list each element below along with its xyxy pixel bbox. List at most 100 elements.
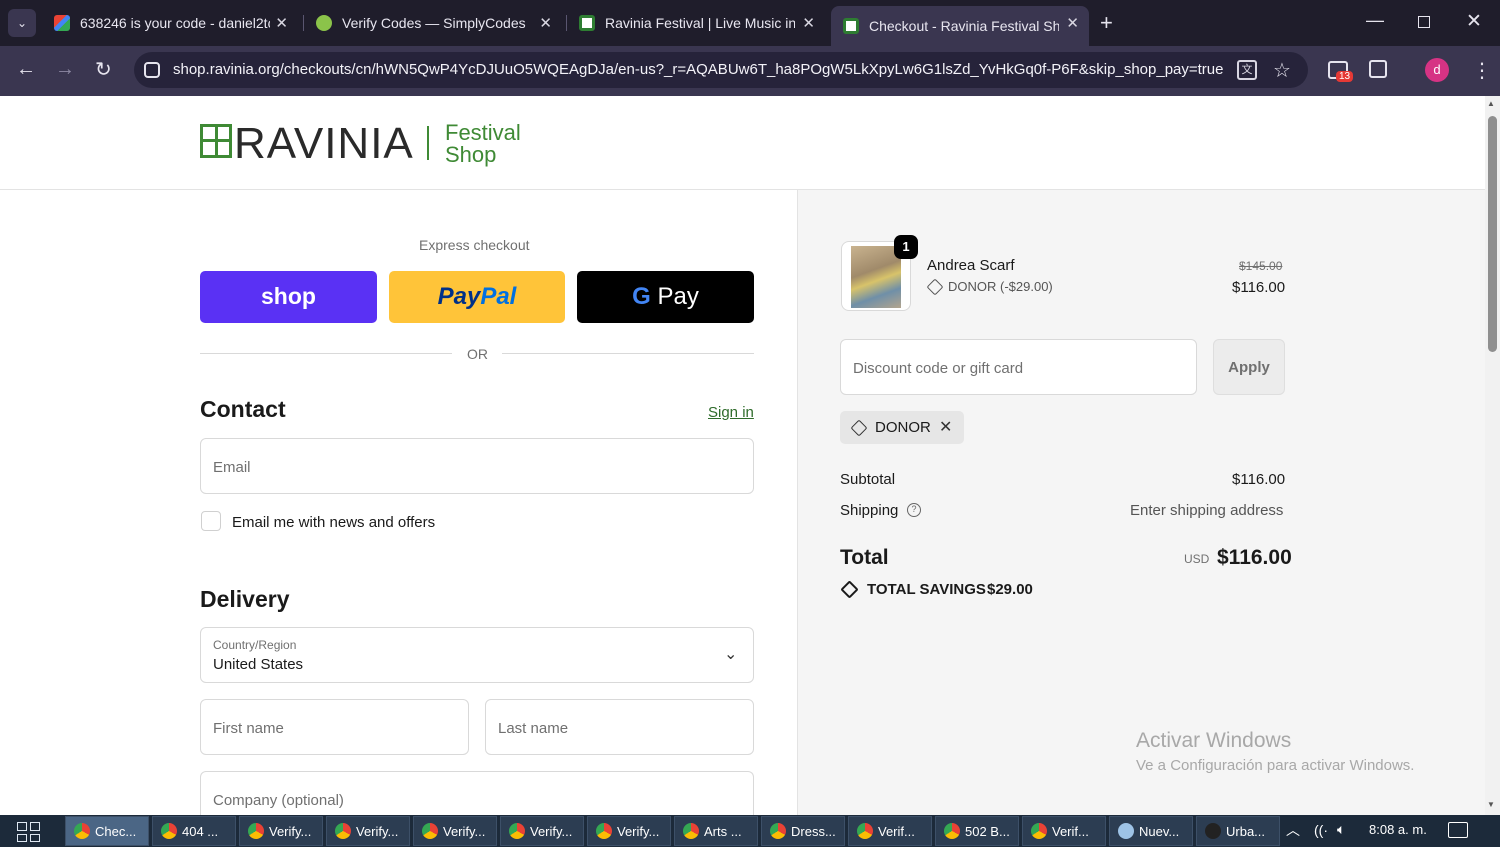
menu-kebab-icon[interactable]: ⋮ bbox=[1472, 58, 1492, 83]
taskbar-window-label: Arts ... bbox=[704, 823, 742, 839]
taskbar-window-button[interactable]: Verif... bbox=[848, 816, 932, 846]
restore-button[interactable] bbox=[1418, 16, 1430, 28]
close-tab-icon[interactable]: ✕ bbox=[1066, 14, 1079, 32]
shipping-label: Shipping bbox=[840, 502, 899, 519]
scroll-up-arrow-icon[interactable]: ▲ bbox=[1487, 99, 1495, 108]
tab-checkout[interactable]: Checkout - Ravinia Festival Sho ✕ bbox=[831, 6, 1089, 46]
taskbar-window-button[interactable]: Verify... bbox=[239, 816, 323, 846]
site-info-icon[interactable] bbox=[144, 62, 160, 78]
taskbar-window-label: Dress... bbox=[791, 823, 836, 839]
clock-time[interactable]: 8:08 a. m. bbox=[1369, 822, 1427, 837]
country-select[interactable]: Country/Region United States ⌄ bbox=[200, 627, 754, 683]
extension-badge: 13 bbox=[1336, 71, 1354, 82]
taskbar-window-button[interactable]: Chec... bbox=[65, 816, 149, 846]
close-tab-icon[interactable]: ✕ bbox=[275, 14, 288, 32]
windows-watermark-title: Activar Windows bbox=[1136, 729, 1292, 752]
or-divider-left bbox=[200, 353, 452, 354]
new-tab-button[interactable]: + bbox=[1100, 10, 1113, 36]
taskbar-window-label: Verify... bbox=[356, 823, 399, 839]
taskbar-window-button[interactable]: 404 ... bbox=[152, 816, 236, 846]
tab-search-button[interactable]: ⌄ bbox=[8, 9, 36, 37]
email-field[interactable]: Email bbox=[200, 438, 754, 494]
notepad-icon bbox=[1118, 823, 1134, 839]
news-checkbox-label[interactable]: Email me with news and offers bbox=[232, 514, 435, 531]
total-value: $116.00 bbox=[1217, 546, 1292, 569]
back-button[interactable]: ← bbox=[16, 58, 36, 81]
country-select-value: United States bbox=[213, 656, 304, 673]
tray-chevron-up-icon[interactable]: ︿ bbox=[1286, 820, 1300, 840]
tab-gmail[interactable]: 638246 is your code - daniel2tc ✕ bbox=[42, 6, 298, 40]
taskbar-window-label: Verif... bbox=[878, 823, 915, 839]
discount-code-field[interactable]: Discount code or gift card bbox=[840, 339, 1197, 395]
taskbar-window-label: 502 B... bbox=[965, 823, 1010, 839]
taskbar-window-button[interactable]: Urba... bbox=[1196, 816, 1280, 846]
chrome-icon bbox=[944, 823, 960, 839]
volume-icon[interactable]: 🔈︎ bbox=[1337, 821, 1345, 838]
paypal-button[interactable]: PayPal bbox=[389, 271, 565, 323]
chrome-icon bbox=[335, 823, 351, 839]
taskbar-window-button[interactable]: Verify... bbox=[413, 816, 497, 846]
bookmark-star-icon[interactable]: ☆ bbox=[1273, 58, 1291, 83]
country-select-label: Country/Region bbox=[213, 638, 297, 652]
taskbar-window-label: Verif... bbox=[1052, 823, 1089, 839]
apply-button[interactable]: Apply bbox=[1213, 339, 1285, 395]
scrollbar-thumb[interactable] bbox=[1488, 116, 1497, 352]
taskbar-window-button[interactable]: Nuev... bbox=[1109, 816, 1193, 846]
paypal-logo-pay: Pay bbox=[437, 283, 481, 310]
minimize-button[interactable]: — bbox=[1366, 10, 1384, 31]
taskbar-window-button[interactable]: Verify... bbox=[587, 816, 671, 846]
news-checkbox[interactable] bbox=[201, 511, 221, 531]
taskbar-window-button[interactable]: Verify... bbox=[500, 816, 584, 846]
wifi-icon[interactable]: ((· bbox=[1314, 822, 1328, 838]
express-checkout-label: Express checkout bbox=[419, 237, 530, 253]
translate-icon[interactable]: 文 bbox=[1237, 60, 1257, 80]
product-image bbox=[851, 246, 901, 308]
extensions-puzzle-icon[interactable] bbox=[1369, 60, 1387, 78]
sign-in-link[interactable]: Sign in bbox=[708, 404, 754, 421]
product-price: $116.00 bbox=[1232, 279, 1286, 296]
ravinia-icon bbox=[843, 18, 859, 34]
taskbar-window-label: Verify... bbox=[443, 823, 486, 839]
or-divider-right bbox=[502, 353, 754, 354]
taskbar-window-button[interactable]: Verify... bbox=[326, 816, 410, 846]
help-circle-icon[interactable]: ? bbox=[907, 503, 921, 517]
reload-button[interactable]: ↻ bbox=[95, 57, 112, 82]
total-savings-value: $29.00 bbox=[987, 581, 1033, 598]
shop-pay-button[interactable]: shop bbox=[200, 271, 377, 323]
last-name-field[interactable]: Last name bbox=[485, 699, 754, 755]
forward-button[interactable]: → bbox=[55, 58, 75, 81]
notifications-icon[interactable] bbox=[1448, 822, 1468, 838]
email-placeholder: Email bbox=[213, 459, 251, 476]
scroll-down-arrow-icon[interactable]: ▼ bbox=[1487, 800, 1495, 809]
profile-avatar[interactable]: d bbox=[1425, 58, 1449, 82]
close-tab-icon[interactable]: ✕ bbox=[802, 14, 815, 32]
taskbar-window-button[interactable]: 502 B... bbox=[935, 816, 1019, 846]
delivery-heading: Delivery bbox=[200, 586, 290, 612]
shipping-value: Enter shipping address bbox=[1130, 502, 1284, 519]
url-text[interactable]: shop.ravinia.org/checkouts/cn/hWN5QwP4Yc… bbox=[173, 61, 1223, 78]
taskbar-window-button[interactable]: Arts ... bbox=[674, 816, 758, 846]
subtotal-value: $116.00 bbox=[1232, 471, 1286, 488]
close-tab-icon[interactable]: ✕ bbox=[539, 14, 552, 32]
taskbar-window-label: 404 ... bbox=[182, 823, 219, 839]
google-pay-button[interactable]: G Pay bbox=[577, 271, 754, 323]
tab-ravinia[interactable]: Ravinia Festival | Live Music in H ✕ bbox=[567, 6, 825, 40]
product-name: Andrea Scarf bbox=[927, 257, 1015, 274]
first-name-field[interactable]: First name bbox=[200, 699, 469, 755]
tab-simplycodes[interactable]: Verify Codes — SimplyCodes ✕ bbox=[304, 6, 562, 40]
company-field[interactable]: Company (optional) bbox=[200, 771, 754, 815]
taskbar-window-label: Verify... bbox=[617, 823, 660, 839]
ravinia-logo[interactable]: RAVINIA Festival Shop bbox=[200, 119, 530, 168]
windows-watermark-subtitle: Ve a Configuración para activar Windows. bbox=[1136, 757, 1415, 774]
product-original-price: $145.00 bbox=[1239, 259, 1283, 273]
start-grid-icon[interactable] bbox=[17, 822, 41, 842]
close-window-button[interactable]: ✕ bbox=[1466, 10, 1482, 33]
taskbar-window-button[interactable]: Dress... bbox=[761, 816, 845, 846]
gmail-icon bbox=[54, 15, 70, 31]
remove-discount-icon[interactable]: ✕ bbox=[939, 417, 952, 437]
taskbar-window-label: Nuev... bbox=[1139, 823, 1180, 839]
taskbar-window-button[interactable]: Verif... bbox=[1022, 816, 1106, 846]
ravinia-logo-mark-icon bbox=[200, 124, 232, 158]
taskbar-window-label: Chec... bbox=[95, 823, 137, 839]
or-divider-label: OR bbox=[467, 346, 488, 362]
